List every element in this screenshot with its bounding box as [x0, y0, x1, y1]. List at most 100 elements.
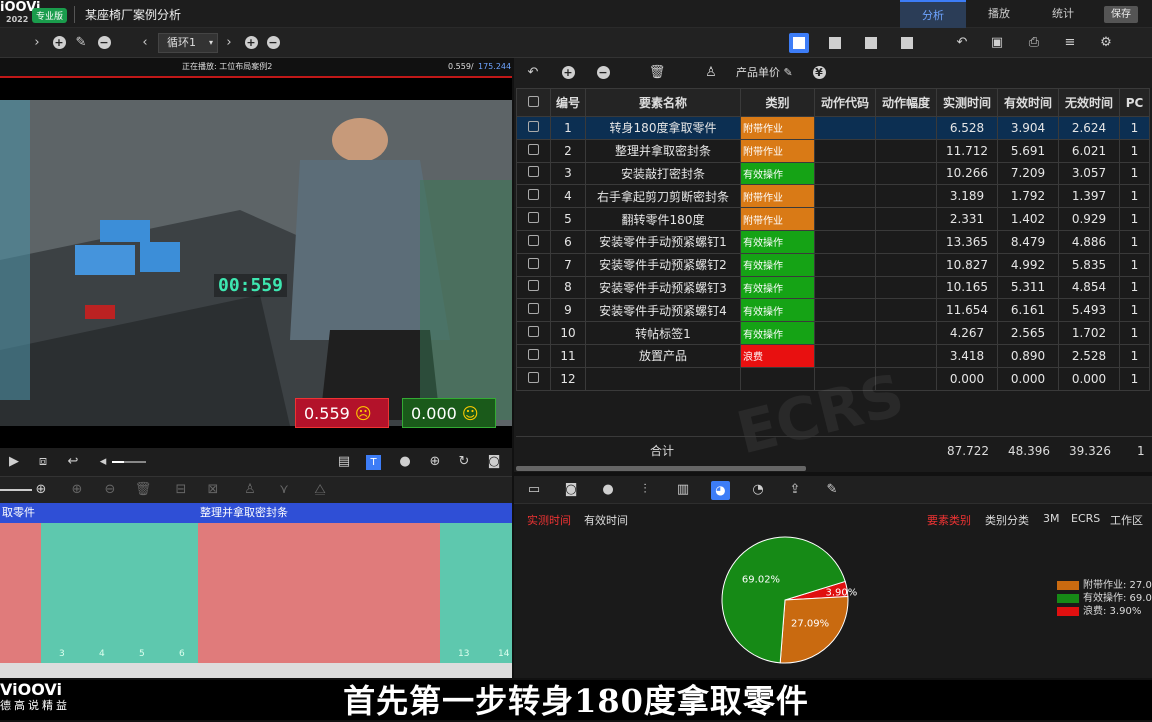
row-checkbox[interactable] — [516, 229, 551, 254]
add-icon[interactable]: + — [50, 28, 68, 58]
pie-chart-icon[interactable]: ◕ — [711, 481, 730, 500]
volume-icon[interactable]: ◂ — [94, 448, 112, 476]
split-icon[interactable]: ⋎ — [275, 476, 293, 504]
timeline-segment[interactable] — [0, 523, 41, 663]
pie-icon[interactable]: ◔ — [749, 476, 767, 504]
comment-icon[interactable]: ▭ — [525, 476, 543, 504]
doc-icon[interactable]: ▤ — [335, 448, 353, 476]
yen-icon[interactable]: ¥ — [810, 58, 828, 88]
row-checkbox[interactable] — [516, 207, 551, 231]
table-row[interactable]: 3 安装敲打密封条 有效操作 10.266 7.209 3.057 1 — [516, 161, 1150, 186]
table-row[interactable]: 7 安装零件手动预紧螺钉2 有效操作 10.827 4.992 5.835 1 — [516, 252, 1150, 277]
back-icon[interactable]: ↩ — [64, 448, 82, 476]
pen-icon[interactable]: ✎ — [784, 66, 793, 79]
undo-icon[interactable]: ↶ — [953, 28, 971, 58]
menu-icon[interactable]: ≡ — [1061, 28, 1079, 58]
col-header[interactable]: 有效时间 — [997, 88, 1059, 117]
trash-icon[interactable]: 🗑 — [134, 476, 152, 504]
col-header[interactable]: 实测时间 — [936, 88, 998, 117]
timeline-segment-label[interactable]: 取零件 — [0, 503, 198, 523]
col-header[interactable]: 动作幅度 — [875, 88, 937, 117]
table-row[interactable]: 5 翻转零件180度 附带作业 2.331 1.402 0.929 1 — [516, 207, 1150, 231]
remove-icon[interactable]: − — [264, 28, 282, 58]
table-row[interactable]: 6 安装零件手动预紧螺钉1 有效操作 13.365 8.479 4.886 1 — [516, 229, 1150, 254]
table-row[interactable]: 4 右手拿起剪刀剪断密封条 附带作业 3.189 1.792 1.397 1 — [516, 184, 1150, 209]
person-icon[interactable]: ♙ — [702, 58, 720, 88]
remove-icon[interactable]: ⊖ — [101, 476, 119, 504]
row-checkbox[interactable] — [516, 138, 551, 163]
zoom-slider[interactable] — [0, 489, 32, 491]
mic-icon[interactable]: ● — [599, 476, 617, 504]
volume-slider[interactable] — [112, 461, 146, 463]
row-checkbox[interactable] — [516, 298, 551, 323]
row-checkbox[interactable] — [516, 184, 551, 209]
tab-work-area[interactable]: 工作区 — [1110, 512, 1143, 528]
add-icon[interactable]: ⊕ — [68, 476, 86, 504]
row-checkbox[interactable] — [516, 366, 551, 391]
timeline-segment-label[interactable]: 整理并拿取密封条 — [198, 503, 512, 523]
chevron-right-icon[interactable]: › — [220, 28, 238, 58]
undo-icon[interactable]: ↶ — [524, 58, 542, 88]
unit-price-label[interactable]: 产品单价 ✎ — [736, 58, 793, 88]
row-checkbox[interactable] — [516, 116, 551, 140]
layout-columns-icon[interactable] — [861, 33, 881, 53]
header-checkbox[interactable] — [516, 88, 551, 117]
row-checkbox[interactable] — [516, 321, 551, 345]
remove-icon[interactable]: − — [594, 58, 612, 88]
edit-icon[interactable]: ✎ — [823, 476, 841, 504]
close-box-icon[interactable]: ⊠ — [204, 476, 222, 504]
table-row[interactable]: 8 安装零件手动预紧螺钉3 有效操作 10.165 5.311 4.854 1 — [516, 275, 1150, 300]
mic-icon[interactable]: ● — [396, 448, 414, 476]
tab-category-class[interactable]: 类别分类 — [985, 512, 1029, 528]
col-header[interactable]: 动作代码 — [814, 88, 876, 117]
row-checkbox[interactable] — [516, 252, 551, 277]
tab-valid-time[interactable]: 有效时间 — [584, 512, 628, 528]
add-icon[interactable]: + — [559, 58, 577, 88]
tab-element-category[interactable]: 要素类别 — [927, 512, 971, 528]
timeline-segment[interactable]: 13 14 — [440, 523, 512, 663]
settings-icon[interactable]: ⚙ — [1097, 28, 1115, 58]
snapshot-icon[interactable]: ⧈ — [34, 448, 52, 476]
layout-grid-icon[interactable] — [789, 33, 809, 53]
equalizer-icon[interactable]: ⫶ — [636, 476, 654, 504]
print-icon[interactable]: ⎙ — [1025, 28, 1043, 58]
row-checkbox[interactable] — [516, 161, 551, 186]
zoom-in-icon[interactable]: ⊕ — [32, 476, 50, 504]
bar-chart-icon[interactable]: ▥ — [674, 476, 692, 504]
pen-icon[interactable]: ✎ — [72, 28, 90, 58]
timeline-segment[interactable] — [198, 523, 440, 663]
text-icon[interactable]: T — [366, 455, 381, 470]
tab-analysis[interactable]: 分析 — [900, 0, 966, 28]
layout-split-icon[interactable] — [825, 33, 845, 53]
tab-playback[interactable]: 播放 — [966, 0, 1032, 28]
row-checkbox[interactable] — [516, 275, 551, 300]
trash-icon[interactable]: 🗑 — [648, 58, 666, 88]
tab-3m[interactable]: 3M — [1043, 512, 1060, 525]
export-icon[interactable]: ⇪ — [786, 476, 804, 504]
person-icon[interactable]: ♙ — [241, 476, 259, 504]
tab-ecrs[interactable]: ECRS — [1071, 512, 1100, 525]
row-checkbox[interactable] — [516, 343, 551, 368]
play-icon[interactable]: ▶ — [5, 448, 23, 476]
col-header[interactable]: 类别 — [740, 88, 815, 117]
save-button[interactable]: 保存 — [1104, 6, 1138, 23]
flip-icon[interactable]: ⧋ — [311, 476, 329, 504]
col-header[interactable]: 无效时间 — [1058, 88, 1120, 117]
table-row[interactable]: 1 转身180度拿取零件 附带作业 6.528 3.904 2.624 1 — [516, 116, 1150, 140]
add-icon[interactable]: + — [242, 28, 260, 58]
minus-box-icon[interactable]: ⊟ — [172, 476, 190, 504]
zoom-in-icon[interactable]: ⊕ — [426, 448, 444, 476]
chevron-right-icon[interactable]: › — [28, 28, 46, 58]
camera-icon[interactable]: ◙ — [485, 448, 503, 476]
video-icon[interactable]: ▣ — [988, 28, 1006, 58]
loop-select[interactable]: 循环1 ▾ — [158, 33, 218, 53]
col-header[interactable]: 编号 — [550, 88, 586, 117]
tab-statistics[interactable]: 统计 — [1032, 0, 1094, 28]
refresh-icon[interactable]: ↻ — [455, 448, 473, 476]
table-row[interactable]: 2 整理并拿取密封条 附带作业 11.712 5.691 6.021 1 — [516, 138, 1150, 163]
camera-icon[interactable]: ◙ — [562, 476, 580, 504]
layout-single-icon[interactable] — [897, 33, 917, 53]
chevron-left-icon[interactable]: ‹ — [136, 28, 154, 58]
col-header[interactable]: 要素名称 — [585, 88, 741, 117]
timeline-segment[interactable]: 3 4 5 6 — [41, 523, 198, 663]
